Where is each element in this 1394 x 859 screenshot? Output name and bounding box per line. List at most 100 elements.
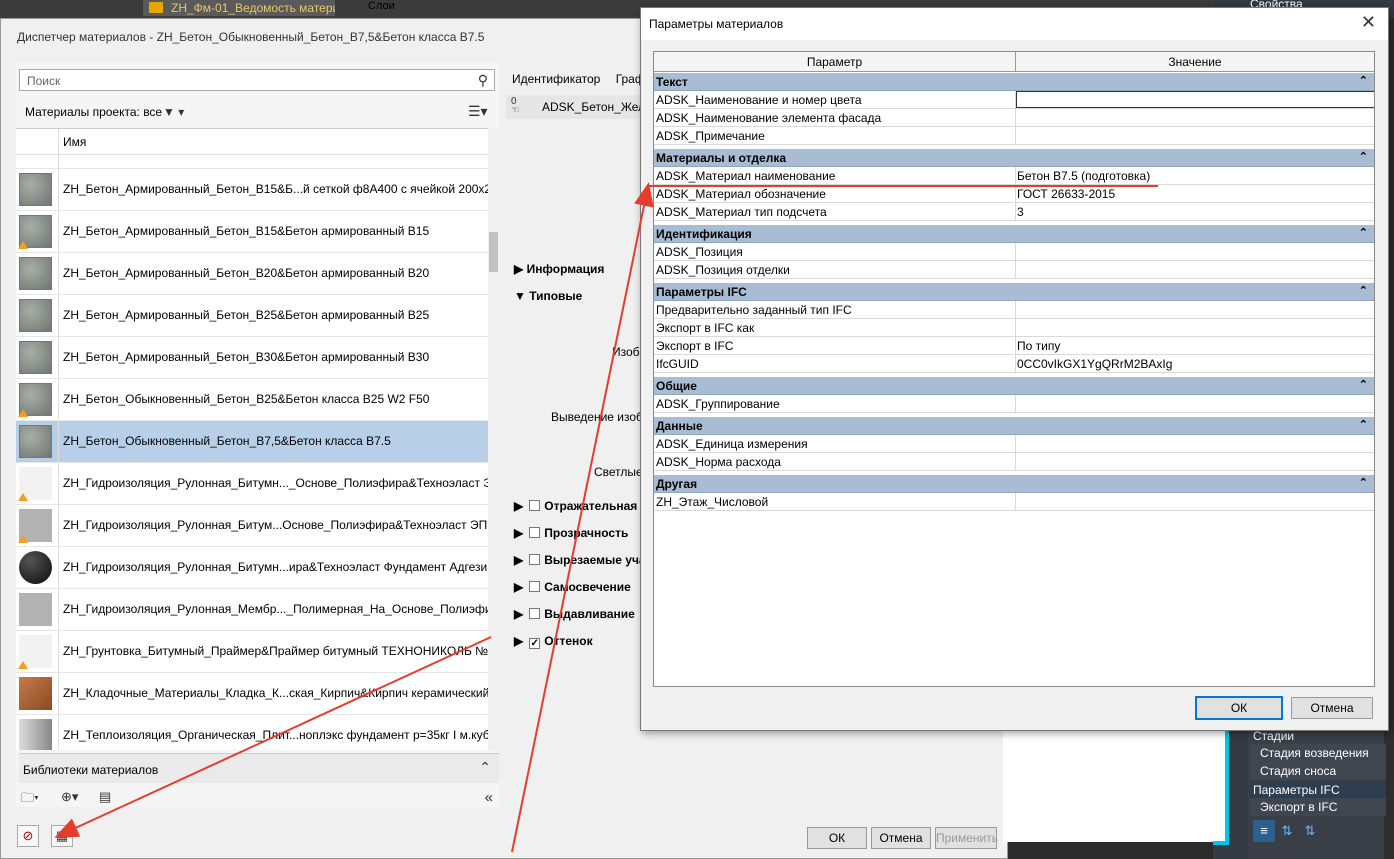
dialog-cancel-button[interactable]: Отмена	[1291, 697, 1373, 719]
expand-icon[interactable]: ▶	[514, 634, 523, 648]
parameter-row[interactable]: ADSK_Группирование	[654, 395, 1374, 413]
checkbox[interactable]	[529, 608, 541, 619]
sort-za-icon[interactable]: ⇅	[1299, 820, 1321, 842]
column-name-header[interactable]: Имя	[63, 135, 86, 149]
section-typical[interactable]: ▼ Типовые	[514, 289, 582, 303]
parameter-row[interactable]: Предварительно заданный тип IFC	[654, 301, 1374, 319]
parameter-value[interactable]: 0CC0vIkGX1YgQRrM2BAxIg	[1017, 357, 1172, 371]
collapse-icon[interactable]: ⌃	[1359, 150, 1368, 163]
property-item[interactable]: Параметры IFC	[1250, 781, 1386, 799]
group-header[interactable]: Идентификация ⌃	[654, 225, 1374, 243]
parameter-value[interactable]: ГОСТ 26633-2015	[1017, 187, 1115, 201]
material-list-scrollbar[interactable]	[488, 128, 499, 750]
list-item[interactable]	[16, 155, 488, 169]
list-item[interactable]: ZH_Бетон_Армированный_Бетон_B15&Б...й се…	[16, 169, 488, 211]
parameter-row[interactable]: ADSK_Наименование элемента фасада	[654, 109, 1374, 127]
library-panel-icon[interactable]: ▤	[99, 789, 111, 805]
checkbox[interactable]	[529, 527, 541, 538]
search-input[interactable]: Поиск ⚲	[19, 69, 495, 91]
collapse-icon[interactable]: ⌃	[1359, 378, 1368, 391]
checkbox[interactable]	[529, 500, 541, 511]
list-item[interactable]: ZH_Теплоизоляция_Органическая_Плит...ноп…	[16, 715, 488, 750]
material-parameters-icon[interactable]: ▦	[51, 825, 73, 847]
scrollbar-thumb[interactable]	[489, 232, 498, 272]
property-item[interactable]: Экспорт в IFC	[1250, 798, 1386, 816]
section-toggle[interactable]: ▶ Отражательная с	[514, 499, 647, 513]
expand-icon[interactable]: ▶	[514, 526, 523, 540]
group-header[interactable]: Параметры IFC ⌃	[654, 283, 1374, 301]
collapse-icon[interactable]: ⌃	[1359, 284, 1368, 297]
property-item[interactable]: Стадия сноса	[1250, 762, 1386, 780]
list-item[interactable]: ZH_Гидроизоляция_Рулонная_Битумн..._Осно…	[16, 463, 488, 505]
cancel-button[interactable]: Отмена	[871, 827, 931, 849]
dialog-ok-button[interactable]: ОК	[1195, 696, 1283, 720]
collapse-left-icon[interactable]: «	[485, 789, 493, 806]
section-toggle[interactable]: ▶ Выдавливание	[514, 607, 635, 621]
list-item[interactable]: ZH_Бетон_Армированный_Бетон_B20&Бетон ар…	[16, 253, 488, 295]
section-information[interactable]: ▶ Информация	[514, 262, 604, 276]
expand-icon[interactable]: ▶	[514, 607, 523, 621]
parameter-value[interactable]: По типу	[1017, 339, 1060, 353]
collapse-icon[interactable]: ⌃	[1359, 418, 1368, 431]
libraries-bar[interactable]: Библиотеки материалов ⌃	[19, 753, 499, 783]
parameter-row[interactable]: ADSK_Материал наименование Бетон В7.5 (по…	[654, 167, 1374, 185]
group-header[interactable]: Материалы и отделка ⌃	[654, 149, 1374, 167]
checkbox[interactable]	[529, 581, 541, 592]
parameter-value[interactable]: Бетон В7.5 (подготовка)	[1017, 169, 1150, 183]
parameter-row[interactable]: Экспорт в IFC По типу	[654, 337, 1374, 355]
ok-button[interactable]: ОК	[807, 827, 867, 849]
collapse-icon[interactable]: ⌃	[1359, 74, 1368, 87]
expand-icon[interactable]: ▶	[514, 553, 523, 567]
parameter-row[interactable]: ADSK_Наименование и номер цвета	[654, 91, 1374, 109]
list-view-icon[interactable]: ☰▾	[468, 103, 488, 120]
collapse-icon[interactable]: ⌃	[1359, 226, 1368, 239]
parameter-value[interactable]: 3	[1017, 205, 1024, 219]
collapse-icon[interactable]: ⌃	[1359, 476, 1368, 489]
checkbox[interactable]: ✓	[529, 638, 541, 649]
property-item[interactable]: Стадия возведения	[1250, 744, 1386, 762]
tab-identity[interactable]: Идентификатор	[506, 69, 606, 89]
parameter-row[interactable]: ADSK_Материал тип подсчета 3	[654, 203, 1374, 221]
parameter-row[interactable]: ADSK_Единица измерения	[654, 435, 1374, 453]
group-icon[interactable]: ≡	[1253, 820, 1275, 842]
list-item[interactable]: ZH_Бетон_Обыкновенный_Бетон_B25&Бетон кл…	[16, 379, 488, 421]
list-item[interactable]: ZH_Бетон_Обыкновенный_Бетон_B7,5&Бетон к…	[16, 421, 488, 463]
section-toggle[interactable]: ▶ Самосвечение	[514, 580, 631, 594]
parameter-row[interactable]: ADSK_Позиция	[654, 243, 1374, 261]
search-icon[interactable]: ⚲	[478, 72, 488, 89]
list-item[interactable]: ZH_Гидроизоляция_Рулонная_Мембр..._Полим…	[16, 589, 488, 631]
checkbox[interactable]	[529, 554, 541, 565]
document-tab[interactable]: ZH_Фм-01_Ведомость материа	[143, 0, 335, 16]
param-column-header[interactable]: Параметр	[654, 55, 1015, 69]
value-edit-field[interactable]	[1016, 91, 1374, 108]
parameter-row[interactable]: ZH_Этаж_Числовой	[654, 493, 1374, 511]
sort-az-icon[interactable]: ⇅	[1276, 820, 1298, 842]
expand-icon[interactable]: ▶	[514, 499, 523, 513]
list-item[interactable]: ZH_Бетон_Армированный_Бетон_B25&Бетон ар…	[16, 295, 488, 337]
chevron-up-icon[interactable]: ⌃	[479, 759, 491, 776]
filter-icon[interactable]: ▼ ▾	[163, 105, 184, 119]
close-icon[interactable]: ✕	[1361, 12, 1376, 33]
create-material-icon[interactable]: ⊕▾	[61, 789, 78, 805]
list-item[interactable]: ZH_Бетон_Армированный_Бетон_B15&Бетон ар…	[16, 211, 488, 253]
apply-button[interactable]: Применить	[935, 827, 998, 849]
parameter-row[interactable]: IfcGUID 0CC0vIkGX1YgQRrM2BAxIg	[654, 355, 1374, 373]
parameter-row[interactable]: ADSK_Позиция отделки	[654, 261, 1374, 279]
list-item[interactable]: ZH_Бетон_Армированный_Бетон_B30&Бетон ар…	[16, 337, 488, 379]
expand-icon[interactable]: ▶	[514, 580, 523, 594]
list-item[interactable]: ZH_Гидроизоляция_Рулонная_Битумн...ира&Т…	[16, 547, 488, 589]
library-folder-icon[interactable]: 🗀▾	[21, 789, 39, 811]
list-item[interactable]: ZH_Грунтовка_Битумный_Праймер&Праймер би…	[16, 631, 488, 673]
section-toggle[interactable]: ▶ ✓ Оттенок	[514, 634, 593, 649]
section-toggle[interactable]: ▶ Прозрачность	[514, 526, 628, 540]
project-materials-filter[interactable]: Материалы проекта: все	[25, 105, 162, 119]
group-header[interactable]: Текст ⌃	[654, 73, 1374, 91]
group-header[interactable]: Данные ⌃	[654, 417, 1374, 435]
parameter-row[interactable]: ADSK_Материал обозначение ГОСТ 26633-2015	[654, 185, 1374, 203]
parameter-row[interactable]: ADSK_Норма расхода	[654, 453, 1374, 471]
section-toggle[interactable]: ▶ Вырезаемые уча	[514, 553, 646, 567]
list-item[interactable]: ZH_Кладочные_Материалы_Кладка_К...ская_К…	[16, 673, 488, 715]
group-header[interactable]: Другая ⌃	[654, 475, 1374, 493]
list-item[interactable]: ZH_Гидроизоляция_Рулонная_Битум...Основе…	[16, 505, 488, 547]
hide-icon[interactable]: ⊘	[17, 825, 39, 847]
